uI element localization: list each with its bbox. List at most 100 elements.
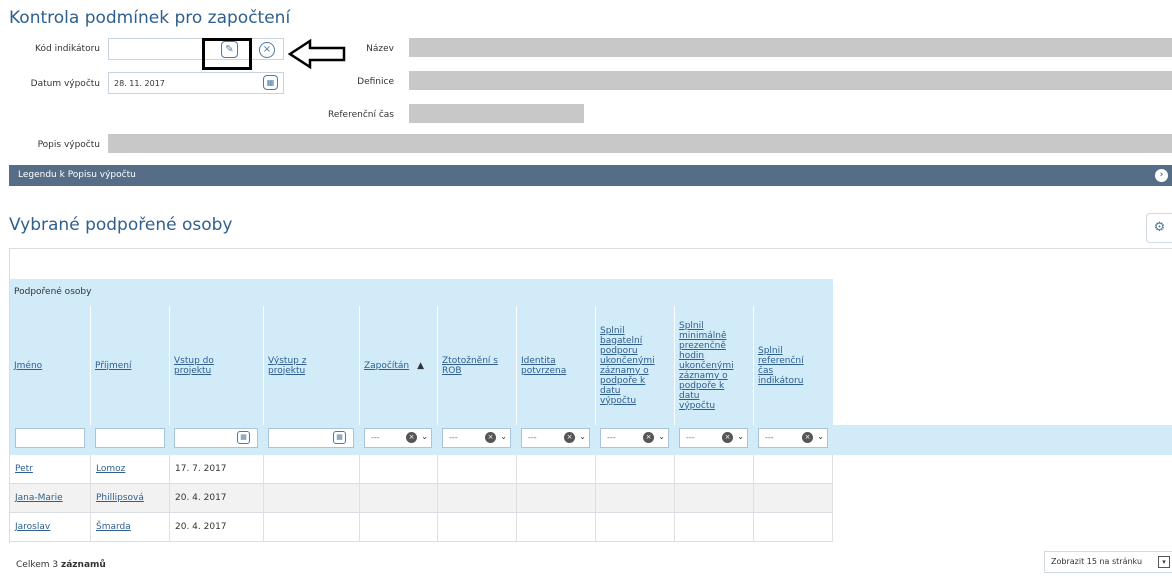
filter-placeholder: --- (449, 433, 458, 442)
kod-indikatoru-label: Kód indikátoru (35, 44, 100, 54)
chevron-down-icon[interactable]: ▾ (1158, 556, 1170, 568)
cell-bagatelni (595, 513, 674, 542)
filter-referencni-select[interactable]: --- × ⌄ (758, 428, 828, 448)
column-header-identita[interactable]: Identita potvrzena (516, 306, 595, 425)
column-header-bagatelni[interactable]: Splnil bagatelní podporu ukončenými zázn… (595, 306, 674, 425)
column-header-label[interactable]: Výstup z projektu (268, 356, 318, 376)
cell-identita (516, 484, 595, 513)
calendar-icon[interactable]: ▦ (237, 431, 250, 444)
column-header-vstup[interactable]: Vstup do projektu (169, 306, 263, 425)
chevron-down-icon[interactable]: ⌄ (817, 432, 824, 441)
datum-vypoctu-input[interactable]: 28. 11. 2017 ▦ (108, 72, 284, 94)
annotation-arrow-icon (288, 39, 346, 69)
chevron-down-icon[interactable]: ⌄ (658, 432, 665, 441)
cell-prijmeni[interactable]: Lomoz (90, 455, 169, 484)
column-header-zapocitan[interactable]: Započítán ▲ (359, 306, 437, 425)
clear-icon[interactable]: × (406, 432, 417, 443)
clear-icon[interactable]: × (722, 432, 733, 443)
filter-ztotozneni-select[interactable]: --- × ⌄ (442, 428, 511, 448)
kod-indikatoru-input[interactable] (108, 38, 284, 60)
prijmeni-link[interactable]: Šmarda (96, 522, 131, 532)
referencni-cas-label: Referenční čas (327, 110, 394, 120)
column-header-prijmeni[interactable]: Příjmení (90, 306, 169, 425)
referencni-cas-field (409, 104, 584, 123)
table-row[interactable]: Jaroslav Šmarda 20. 4. 2017 (10, 513, 833, 542)
cell-identita (516, 513, 595, 542)
column-header-label[interactable]: Splnil bagatelní podporu ukončenými zázn… (600, 326, 658, 406)
filter-vystup-input[interactable]: ▦ (268, 428, 354, 448)
cell-bagatelni (595, 484, 674, 513)
filter-vstup-input[interactable]: ▦ (174, 428, 258, 448)
legend-bar[interactable]: Legendu k Popisu výpočtu › (9, 165, 1172, 186)
section-title: Vybrané podpořené osoby (9, 215, 233, 235)
table-row[interactable]: Jana-Marie Phillipsová 20. 4. 2017 (10, 484, 833, 513)
clear-icon[interactable]: × (564, 432, 575, 443)
clear-icon[interactable]: × (259, 42, 275, 58)
cell-prezencne (674, 484, 753, 513)
filter-bagatelni-select[interactable]: --- × ⌄ (600, 428, 669, 448)
cell-zapocitan (359, 513, 437, 542)
grid-header-row: Jméno Příjmení Vstup do projektu Výstup … (10, 306, 833, 425)
datum-vypoctu-label: Datum výpočtu (30, 79, 100, 89)
jmeno-link[interactable]: Jana-Marie (15, 493, 63, 503)
cell-jmeno[interactable]: Jana-Marie (10, 484, 90, 513)
page-size-select[interactable]: Zobrazit 15 na stránku ▾ (1044, 551, 1172, 573)
clear-icon[interactable]: × (643, 432, 654, 443)
filter-placeholder: --- (607, 433, 616, 442)
jmeno-link[interactable]: Petr (15, 464, 33, 474)
column-header-jmeno[interactable]: Jméno (10, 306, 90, 425)
cell-vstup: 17. 7. 2017 (169, 455, 263, 484)
chevron-down-icon[interactable]: ⌄ (500, 432, 507, 441)
chevron-down-icon[interactable]: ⌄ (421, 432, 428, 441)
cell-referencni (753, 513, 833, 542)
cell-jmeno[interactable]: Petr (10, 455, 90, 484)
table-row[interactable]: Petr Lomoz 17. 7. 2017 (10, 455, 833, 484)
cell-zapocitan (359, 484, 437, 513)
cell-prijmeni[interactable]: Šmarda (90, 513, 169, 542)
cell-ztotozneni (437, 455, 516, 484)
cell-vystup (263, 513, 359, 542)
prijmeni-link[interactable]: Lomoz (96, 464, 125, 474)
clear-icon[interactable]: × (802, 432, 813, 443)
jmeno-link[interactable]: Jaroslav (15, 522, 50, 532)
calendar-icon[interactable]: ▦ (333, 431, 346, 444)
cell-jmeno[interactable]: Jaroslav (10, 513, 90, 542)
column-header-label[interactable]: Ztotožnění s ROB (442, 356, 502, 376)
column-header-label[interactable]: Započítán (364, 361, 409, 371)
column-header-label[interactable]: Splnil minimálně prezenčně hodin ukončen… (679, 321, 737, 411)
cell-ztotozneni (437, 484, 516, 513)
cell-prezencne (674, 455, 753, 484)
column-header-label[interactable]: Příjmení (95, 361, 145, 371)
filter-zapocitan-select[interactable]: --- × ⌄ (364, 428, 432, 448)
cell-vystup (263, 484, 359, 513)
filter-placeholder: --- (528, 433, 537, 442)
filter-prijmeni-input[interactable] (95, 428, 165, 448)
cell-ztotozneni (437, 513, 516, 542)
column-header-referencni[interactable]: Splnil referenční čas indikátoru (753, 306, 833, 425)
record-count-suffix: záznamů (60, 560, 106, 570)
cell-prijmeni[interactable]: Phillipsová (90, 484, 169, 513)
chevron-right-icon[interactable]: › (1155, 169, 1168, 182)
prijmeni-link[interactable]: Phillipsová (96, 493, 144, 503)
grid-filter-row: ▦ ▦ --- × ⌄ --- × ⌄ --- × ⌄ --- × ⌄ --- × ⌄ --- × ⌄ (10, 425, 1172, 455)
popis-vypoctu-label: Popis výpočtu (37, 140, 100, 150)
filter-identita-select[interactable]: --- × ⌄ (521, 428, 590, 448)
gear-icon[interactable]: ⚙ (1146, 213, 1172, 243)
cell-bagatelni (595, 455, 674, 484)
filter-prezencne-select[interactable]: --- × ⌄ (679, 428, 748, 448)
column-header-prezencne[interactable]: Splnil minimálně prezenčně hodin ukončen… (674, 306, 753, 425)
calendar-icon[interactable]: ▦ (263, 75, 278, 90)
chevron-down-icon[interactable]: ⌄ (737, 432, 744, 441)
column-header-label[interactable]: Vstup do projektu (174, 356, 229, 376)
column-header-label[interactable]: Splnil referenční čas indikátoru (758, 346, 813, 386)
chevron-down-icon[interactable]: ⌄ (579, 432, 586, 441)
grid-group-header: Podpořené osoby (10, 279, 833, 306)
column-header-label[interactable]: Identita potvrzena (521, 356, 576, 376)
page-title: Kontrola podmínek pro započtení (9, 8, 291, 28)
clear-icon[interactable]: × (485, 432, 496, 443)
filter-jmeno-input[interactable] (15, 428, 85, 448)
column-header-label[interactable]: Jméno (14, 361, 42, 371)
column-header-vystup[interactable]: Výstup z projektu (263, 306, 359, 425)
column-header-ztotozneni[interactable]: Ztotožnění s ROB (437, 306, 516, 425)
definice-label: Definice (357, 77, 394, 87)
